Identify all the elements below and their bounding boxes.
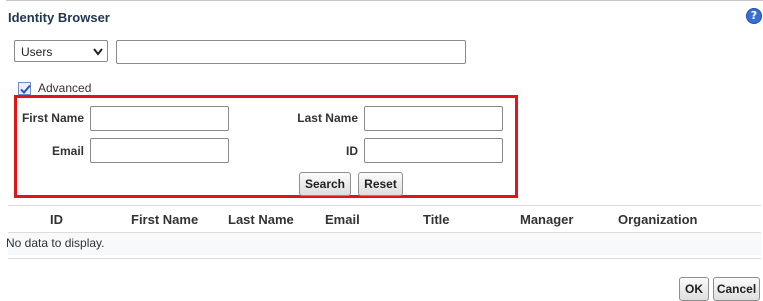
last-name-field[interactable] [364,106,503,131]
cancel-button[interactable]: Cancel [713,277,760,301]
first-name-field[interactable] [90,106,229,131]
email-label: Email [51,144,84,158]
dialog-title: Identity Browser [8,10,110,25]
column-header-id[interactable]: ID [50,212,63,227]
ok-button[interactable]: OK [679,277,709,301]
identity-type-select[interactable]: Users [14,40,108,62]
search-button[interactable]: Search [299,172,351,196]
first-name-label: First Name [21,111,84,125]
advanced-checkbox[interactable] [18,82,31,95]
column-header-organization[interactable]: Organization [618,212,697,227]
column-header-last-name[interactable]: Last Name [228,212,294,227]
id-label: ID [346,144,358,158]
help-icon[interactable]: ? [746,8,762,24]
empty-table-message: No data to display. [6,236,105,250]
search-input[interactable] [116,40,466,64]
last-name-label: Last Name [297,111,358,125]
column-header-title[interactable]: Title [423,212,450,227]
advanced-label: Advanced [38,81,92,95]
reset-button[interactable]: Reset [358,172,403,196]
email-field[interactable] [90,138,229,163]
column-header-manager[interactable]: Manager [520,212,573,227]
table-bottom-border [8,258,761,259]
empty-table-row [8,233,761,255]
table-header-top-border [8,205,761,206]
column-header-email[interactable]: Email [325,212,360,227]
column-header-first-name[interactable]: First Name [131,212,198,227]
id-field[interactable] [364,138,503,163]
identity-type-value: Users [21,45,53,59]
chevron-down-icon [93,48,103,56]
top-divider [6,0,763,1]
